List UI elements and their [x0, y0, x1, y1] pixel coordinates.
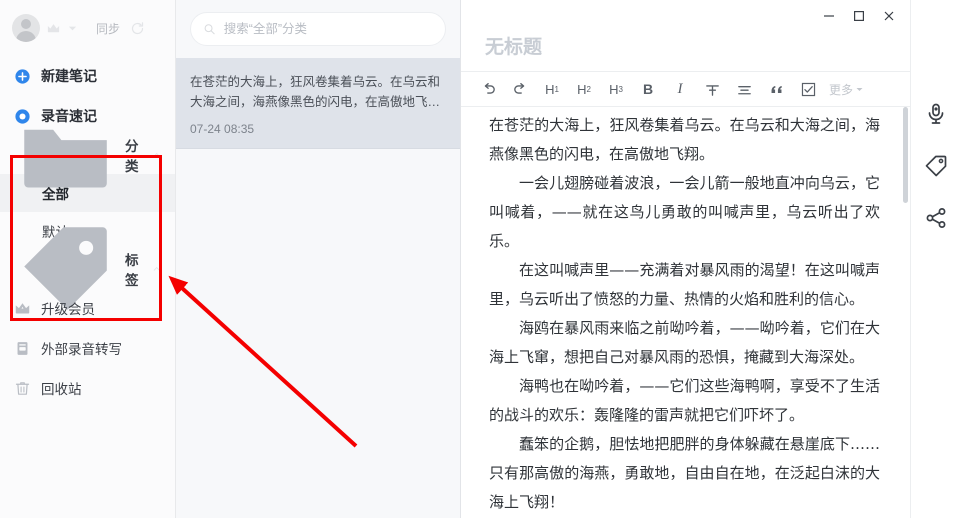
heading-2-label: H: [577, 81, 587, 97]
document-paragraph: 海鸥在暴风雨来临之前呦吟着，——呦吟着，它们在大海上飞窜，想把自己对暴风雨的恐惧…: [489, 319, 880, 366]
editor-toolbar: H1 H2 H3 B I 更多: [461, 71, 910, 107]
document-paragraph: 在苍茫的大海上，狂风卷集着乌云。在乌云和大海之间，海燕像黑色的闪电，在高傲地飞翔…: [489, 116, 880, 163]
heading-1-sub: 1: [554, 84, 559, 94]
chevron-up-icon[interactable]: [153, 264, 161, 275]
avatar[interactable]: [12, 14, 40, 42]
note-date: 07-24 08:35: [190, 122, 255, 136]
sync-label: 同步: [96, 21, 121, 36]
redo-icon: [513, 82, 524, 94]
heading-3-button[interactable]: H3: [601, 75, 631, 103]
search-icon: [204, 24, 215, 35]
maximize-button[interactable]: [844, 3, 874, 29]
heading-1-button[interactable]: H1: [537, 75, 567, 103]
document-paragraph: 海鸭也在呦吟着，——它们这些海鸭啊，享受不了生活的战斗的欢乐：轰隆隆的雷声就把它…: [489, 377, 880, 424]
strikethrough-button[interactable]: [697, 75, 727, 103]
sidebar-item-label: 升级会员: [41, 302, 95, 317]
heading-2-button[interactable]: H2: [569, 75, 599, 103]
sidebar-group-label: 分类: [125, 139, 139, 174]
chevron-up-icon[interactable]: [153, 150, 161, 161]
sidebar-item-voice-note[interactable]: 录音速记: [0, 96, 175, 136]
heading-3-sub: 3: [618, 84, 623, 94]
align-list-button[interactable]: [729, 75, 759, 103]
sidebar-item-new-note[interactable]: 新建笔记: [0, 56, 175, 96]
close-button[interactable]: [874, 3, 904, 29]
document-paragraph: 蠢笨的企鹅，胆怯地把肥胖的身体躲藏在悬崖底下……只有那高傲的海燕，勇敢地，自由自…: [489, 435, 880, 511]
search-input[interactable]: [223, 22, 433, 36]
search-box[interactable]: [190, 12, 446, 46]
account-row[interactable]: 同步: [0, 0, 175, 56]
document-body[interactable]: 在苍茫的大海上，狂风卷集着乌云。在乌云和大海之间，海燕像黑色的闪电，在高傲地飞翔…: [461, 107, 910, 518]
sidebar-group-tags[interactable]: 标签: [0, 227, 175, 311]
external-audio-icon: [17, 341, 28, 355]
crown-member-icon: [15, 302, 30, 313]
window-titlebar: [461, 0, 910, 32]
align-list-icon: [737, 85, 751, 94]
share-icon[interactable]: [924, 206, 948, 230]
note-list-panel: 在苍茫的大海上，狂风卷集着乌云。在乌云和大海之间，海燕像黑色的闪电，在高傲地飞……: [176, 0, 461, 518]
more-button[interactable]: 更多: [825, 75, 868, 103]
sidebar-item-label: 录音速记: [41, 108, 97, 124]
sidebar-group-categories[interactable]: 分类: [0, 130, 175, 189]
heading-3-label: H: [609, 81, 619, 97]
record-circle-icon: [15, 108, 30, 124]
sidebar-subitem-label: 全部: [42, 187, 69, 202]
close-icon: [884, 11, 894, 21]
editor-panel: 无标题 H1 H2 H3 B I 更多 在苍茫的大海上，狂风卷集着乌云。在乌云和…: [461, 0, 910, 518]
checkbox-button[interactable]: [793, 75, 823, 103]
document-title[interactable]: 无标题: [461, 32, 910, 71]
chevron-down-icon: [856, 87, 863, 91]
quote-icon: [771, 85, 782, 93]
sidebar-item-trash[interactable]: 回收站: [0, 368, 175, 408]
bold-button[interactable]: B: [633, 75, 663, 103]
minimize-button[interactable]: [814, 3, 844, 29]
undo-icon: [484, 82, 495, 94]
sidebar-item-external-audio[interactable]: 外部录音转写: [0, 328, 175, 368]
sidebar: 同步 新建笔记 录音速记 分类 全部 默认 标签 升级会员 外部录音转写 回收站: [0, 0, 176, 518]
document-paragraph: 一会儿翅膀碰着波浪，一会儿箭一般地直冲向乌云，它叫喊着，——就在这鸟儿勇敢的叫喊…: [489, 174, 880, 250]
undo-button[interactable]: [473, 75, 503, 103]
plus-circle-icon: [15, 68, 30, 84]
maximize-icon: [853, 10, 865, 22]
microphone-icon[interactable]: [924, 102, 948, 126]
checkbox-icon: [801, 82, 815, 96]
search-wrapper: [176, 0, 460, 58]
document-scrollbar[interactable]: [902, 107, 908, 518]
document-paragraph: 在这叫喊声里——充满着对暴风雨的渴望！在这叫喊声里，乌云听出了愤怒的力量、热情的…: [489, 261, 880, 308]
note-snippet: 在苍茫的大海上，狂风卷集着乌云。在乌云和大海之间，海燕像黑色的闪电，在高傲地飞…: [190, 75, 441, 109]
app-window: 同步 新建笔记 录音速记 分类 全部 默认 标签 升级会员 外部录音转写 回收站…: [0, 0, 960, 518]
italic-button[interactable]: I: [665, 75, 695, 103]
sidebar-group-label: 标签: [125, 253, 139, 288]
more-label: 更多: [829, 82, 854, 97]
right-rail: [910, 0, 960, 518]
crown-icon[interactable]: [46, 21, 61, 36]
sidebar-item-upgrade-member[interactable]: 升级会员: [0, 288, 175, 328]
sidebar-item-label: 新建笔记: [41, 68, 97, 84]
redo-button[interactable]: [505, 75, 535, 103]
minimize-icon: [824, 15, 834, 17]
sidebar-item-label: 回收站: [41, 382, 82, 397]
trash-icon: [15, 381, 30, 395]
note-list-item[interactable]: 在苍茫的大海上，狂风卷集着乌云。在乌云和大海之间，海燕像黑色的闪电，在高傲地飞……: [176, 58, 460, 149]
chevron-down-icon[interactable]: [67, 23, 78, 34]
strikethrough-icon: [705, 84, 719, 96]
heading-2-sub: 2: [586, 84, 591, 94]
heading-1-label: H: [545, 81, 555, 97]
sidebar-item-label: 外部录音转写: [41, 342, 122, 357]
sync-refresh-icon[interactable]: [130, 21, 145, 36]
tag-icon[interactable]: [924, 154, 948, 178]
blockquote-button[interactable]: [761, 75, 791, 103]
scrollbar-thumb[interactable]: [903, 107, 908, 203]
